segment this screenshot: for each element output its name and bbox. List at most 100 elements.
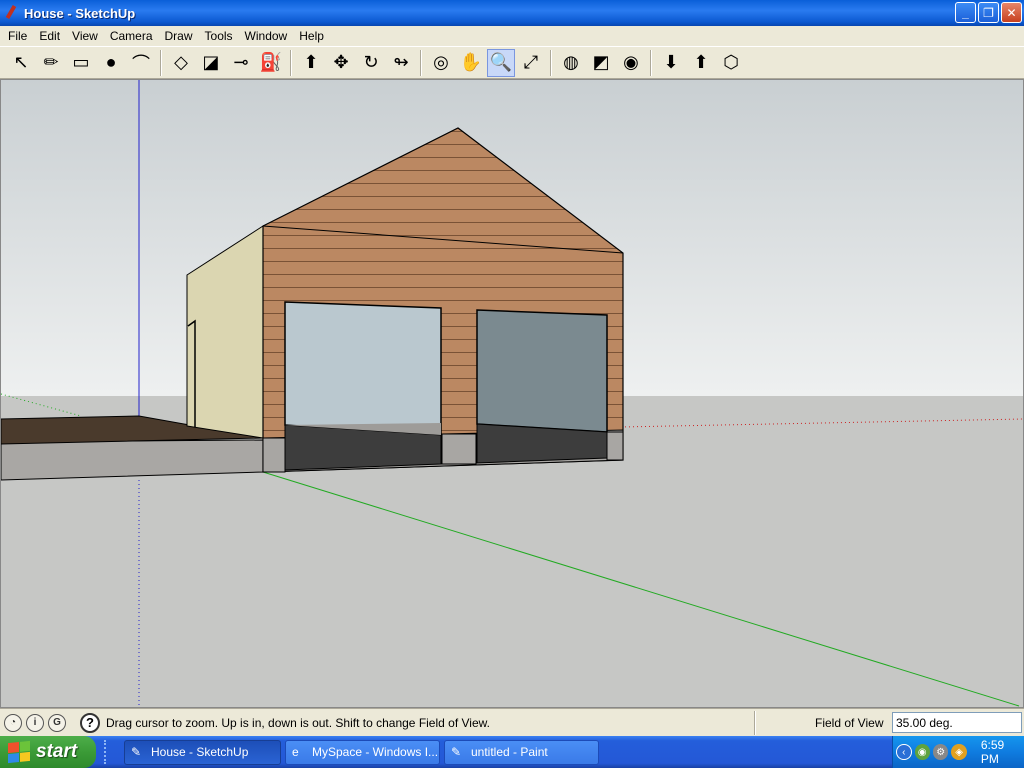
- get-models-tool-icon: ⬇: [663, 52, 679, 72]
- arc-tool-button[interactable]: ⌒: [127, 49, 155, 77]
- pan-tool-icon: ✋: [459, 52, 483, 72]
- toggle-terrain-tool-icon: ◩: [592, 52, 610, 72]
- close-button[interactable]: ✕: [1001, 2, 1022, 23]
- rectangle-tool-button[interactable]: ▭: [67, 49, 95, 77]
- status-bar: ◔ i G ? Drag cursor to zoom. Up is in, d…: [0, 708, 1024, 736]
- menu-view[interactable]: View: [66, 29, 104, 43]
- place-model-tool-button[interactable]: ◉: [617, 49, 645, 77]
- toolbar-separator: [420, 49, 422, 76]
- window-title: House - SketchUp: [24, 5, 136, 21]
- paint-bucket-tool-button[interactable]: ⛽: [257, 49, 285, 77]
- tray-settings-icon[interactable]: ⚙: [932, 744, 949, 760]
- menu-help[interactable]: Help: [293, 29, 330, 43]
- quick-launch-handle[interactable]: [104, 740, 120, 764]
- menu-draw[interactable]: Draw: [159, 29, 199, 43]
- select-tool-icon: ↖: [13, 52, 29, 72]
- toggle-terrain-tool-button[interactable]: ◩: [587, 49, 615, 77]
- pan-tool-button[interactable]: ✋: [457, 49, 485, 77]
- menu-camera[interactable]: Camera: [104, 29, 159, 43]
- menu-window[interactable]: Window: [239, 29, 294, 43]
- orbit-tool-icon: ◎: [433, 52, 449, 72]
- tape-measure-tool-button[interactable]: ⊸: [227, 49, 255, 77]
- push-pull-tool-button[interactable]: ⬆: [297, 49, 325, 77]
- tray-expand-icon[interactable]: ‹: [896, 744, 912, 760]
- geo-location-icon[interactable]: ◔: [4, 713, 22, 732]
- toolbar-separator: [650, 49, 652, 76]
- zoom-extents-tool-icon: ⤢: [523, 52, 539, 72]
- menu-tools[interactable]: Tools: [199, 29, 239, 43]
- circle-tool-button[interactable]: ●: [97, 49, 125, 77]
- eraser-tool-button[interactable]: ◪: [197, 49, 225, 77]
- main-toolbar: ↖ ✏ ▭ ● ⌒ ◇ ◪ ⊸ ⛽ ⬆ ✥ ↻ ↬ ◎ ✋ 🔍 ⤢ ◍ ◩ ◉ ⬇ ⬆ ⬡: [0, 46, 1024, 79]
- task-label: MySpace - Windows I...: [312, 745, 439, 759]
- rotate-tool-icon: ↻: [363, 52, 379, 72]
- windows-flag-icon: [8, 740, 30, 764]
- rectangle-tool-icon: ▭: [72, 52, 90, 72]
- paint-task-icon: ✎: [451, 745, 462, 759]
- taskbar-button-myspace[interactable]: e MySpace - Windows I...: [285, 739, 440, 765]
- move-tool-button[interactable]: ✥: [327, 49, 355, 77]
- circle-tool-icon: ●: [105, 52, 117, 72]
- pillar-base-middle: [441, 433, 477, 465]
- help-icon[interactable]: ?: [80, 712, 100, 733]
- pencil-tool-button[interactable]: ✏: [37, 49, 65, 77]
- garage-door-left: [284, 301, 442, 436]
- eraser-tool-icon: ◪: [202, 52, 220, 72]
- credits-icon[interactable]: i: [26, 713, 44, 732]
- pillar-base-right: [606, 431, 624, 461]
- push-pull-tool-icon: ⬆: [303, 52, 319, 72]
- menu-file[interactable]: File: [2, 29, 33, 43]
- share-component-tool-icon: ⬡: [723, 52, 739, 72]
- system-tray: ‹ ◉ ⚙ ◈ 6:59 PM: [892, 736, 1024, 768]
- start-label: start: [36, 741, 78, 762]
- share-component-tool-button[interactable]: ⬡: [717, 49, 745, 77]
- pencil-tool-icon: ✏: [43, 52, 59, 72]
- pillar-base-left: [262, 437, 286, 473]
- menu-edit[interactable]: Edit: [33, 29, 66, 43]
- share-model-tool-button[interactable]: ⬆: [687, 49, 715, 77]
- select-tool-button[interactable]: ↖: [7, 49, 35, 77]
- get-current-view-tool-icon: ◍: [563, 52, 579, 72]
- taskbar-button-paint[interactable]: ✎ untitled - Paint: [444, 739, 599, 765]
- place-model-tool-icon: ◉: [623, 52, 639, 72]
- follow-me-tool-button[interactable]: ↬: [387, 49, 415, 77]
- windows-taskbar: start ✎ House - SketchUp e MySpace - Win…: [0, 736, 1024, 768]
- zoom-extents-tool-button[interactable]: ⤢: [517, 49, 545, 77]
- start-button[interactable]: start: [0, 736, 96, 768]
- title-bar: House - SketchUp _ ❐ ✕: [0, 0, 1024, 26]
- taskbar-button-sketchup[interactable]: ✎ House - SketchUp: [124, 739, 281, 765]
- get-current-view-tool-button[interactable]: ◍: [557, 49, 585, 77]
- task-label: untitled - Paint: [471, 745, 548, 759]
- paint-bucket-tool-icon: ⛽: [259, 52, 283, 72]
- internet-explorer-icon: e: [292, 745, 299, 759]
- zoom-tool-button[interactable]: 🔍: [487, 48, 515, 77]
- task-label: House - SketchUp: [151, 745, 249, 759]
- taskbar-clock: 6:59 PM: [980, 738, 1005, 766]
- google-login-icon[interactable]: G: [48, 713, 66, 732]
- zoom-tool-icon: 🔍: [489, 52, 513, 72]
- maximize-button[interactable]: ❐: [978, 2, 999, 23]
- get-models-tool-button[interactable]: ⬇: [657, 49, 685, 77]
- sketchup-task-icon: ✎: [131, 745, 142, 759]
- toolbar-separator: [290, 49, 292, 76]
- tray-security-icon[interactable]: ◈: [951, 744, 967, 760]
- measurements-label: Field of View: [815, 716, 884, 730]
- measurements-input[interactable]: [892, 712, 1022, 733]
- garage-door-right: [476, 309, 608, 433]
- make-component-tool-button[interactable]: ◇: [167, 49, 195, 77]
- sketchup-app-icon: [4, 5, 18, 21]
- follow-me-tool-icon: ↬: [393, 52, 409, 72]
- make-component-tool-icon: ◇: [174, 52, 188, 72]
- rotate-tool-button[interactable]: ↻: [357, 49, 385, 77]
- window-controls: _ ❐ ✕: [955, 2, 1022, 23]
- model-scene[interactable]: [1, 80, 1023, 707]
- minimize-button[interactable]: _: [955, 2, 976, 23]
- share-model-tool-icon: ⬆: [693, 52, 709, 72]
- tape-measure-tool-icon: ⊸: [233, 52, 249, 72]
- tray-network-icon[interactable]: ◉: [914, 744, 930, 760]
- status-instruction: Drag cursor to zoom. Up is in, down is o…: [106, 715, 490, 730]
- move-tool-icon: ✥: [333, 52, 349, 72]
- menu-bar: File Edit View Camera Draw Tools Window …: [0, 26, 1024, 46]
- drawing-viewport[interactable]: [0, 79, 1024, 708]
- orbit-tool-button[interactable]: ◎: [427, 49, 455, 77]
